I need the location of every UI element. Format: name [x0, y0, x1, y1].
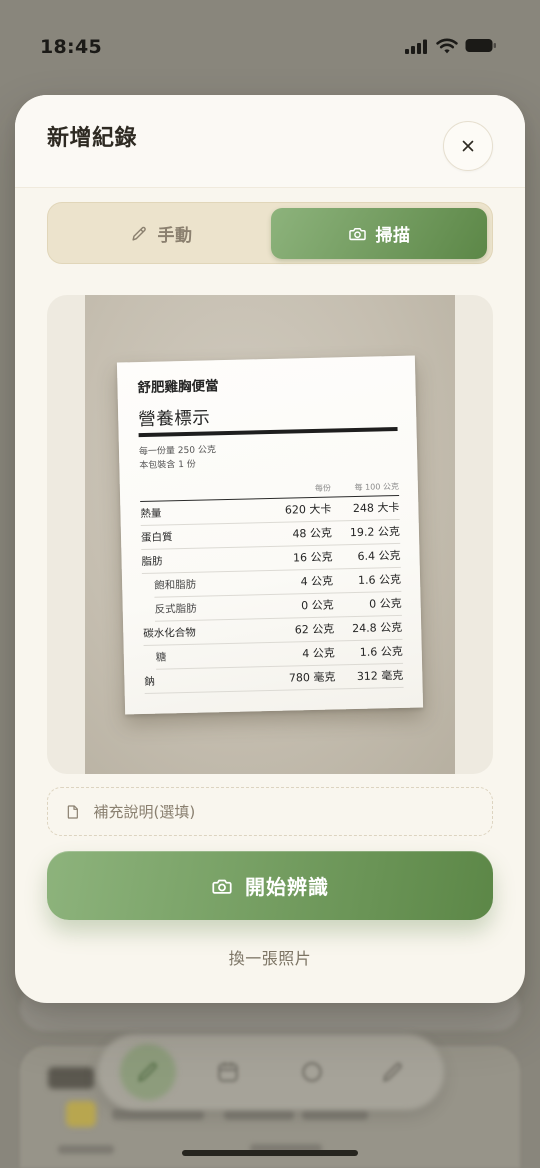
- tab-manual[interactable]: 手動: [53, 208, 269, 259]
- camera-icon: [212, 879, 232, 894]
- per-serving-value: 0 公克: [300, 598, 334, 612]
- column-header-per-serving: 每份: [314, 482, 331, 493]
- per-100g-value: 1.6 公克: [359, 644, 403, 659]
- note-input[interactable]: [93, 802, 492, 821]
- background-blurred-content: [224, 1109, 294, 1120]
- close-button[interactable]: [443, 121, 493, 171]
- add-record-modal: 新增紀錄 手動 掃描 舒肥雞胸便當 營養標示 每一份量 250 公克 本包裝含 …: [15, 95, 525, 1003]
- background-blurred-content: [48, 1067, 94, 1089]
- modal-title: 新增紀錄: [47, 126, 138, 151]
- modal-header: 新增紀錄: [15, 95, 525, 188]
- nutrient-name: 反式脂肪: [154, 601, 197, 615]
- background-blurred-content: [112, 1109, 204, 1120]
- nutrient-name: 碳水化合物: [142, 625, 196, 640]
- per-100g-value: 24.8 公克: [351, 620, 402, 635]
- per-serving-value: 4 公克: [299, 574, 333, 588]
- per-serving-value: 620 大卡: [284, 502, 332, 517]
- tab-scan[interactable]: 掃描: [271, 207, 487, 259]
- file-icon: [67, 804, 78, 819]
- nutrient-name: 蛋白質: [140, 530, 173, 544]
- scanned-photo: 舒肥雞胸便當 營養標示 每一份量 250 公克 本包裝含 1 份 每份 每 10…: [85, 295, 455, 774]
- per-serving-value: 4 公克: [301, 646, 335, 660]
- per-100g-value: 312 毫克: [356, 668, 403, 683]
- nutrient-name: 糖: [155, 650, 166, 663]
- camera-icon: [348, 227, 366, 240]
- home-indicator: [182, 1150, 358, 1156]
- nutrient-name: 飽和脂肪: [153, 577, 196, 591]
- tab-scan-label: 掃描: [375, 225, 411, 246]
- column-header-per-100g: 每 100 公克: [353, 481, 399, 492]
- scan-preview: 舒肥雞胸便當 營養標示 每一份量 250 公克 本包裝含 1 份 每份 每 10…: [47, 295, 493, 774]
- nav-pencil-icon: [138, 1062, 157, 1082]
- nav-calendar-icon: [218, 1062, 238, 1082]
- per-100g-value: 248 大卡: [352, 500, 400, 515]
- per-100g-value: 19.2 公克: [349, 524, 400, 539]
- wifi-icon: [436, 38, 458, 54]
- background-blurred-content: [58, 1145, 114, 1154]
- nutrient-name: 熱量: [139, 506, 162, 520]
- retake-photo-link[interactable]: 換一張照片: [47, 945, 493, 973]
- nutrition-rows: 熱量 620 大卡 248 大卡蛋白質 48 公克 19.2 公克脂肪 16 公克 6.4 …: [139, 494, 404, 693]
- per-serving-value: 62 公克: [294, 622, 334, 636]
- background-blurred-content: [66, 1101, 96, 1127]
- product-name: 舒肥雞胸便當: [136, 377, 219, 396]
- nutrition-label: 舒肥雞胸便當 營養標示 每一份量 250 公克 本包裝含 1 份 每份 每 10…: [116, 355, 423, 714]
- per-100g-value: 1.6 公克: [357, 572, 401, 587]
- nutrition-heading: 營養標示: [137, 407, 210, 430]
- per-serving-value: 780 毫克: [288, 670, 336, 685]
- tab-manual-label: 手動: [157, 225, 193, 246]
- per-100g-value: 0 公克: [368, 596, 402, 611]
- column-header-spacer: [139, 489, 258, 492]
- nutrient-name: 鈉: [143, 674, 155, 687]
- nutrient-name: 脂肪: [140, 554, 163, 568]
- start-recognition-button[interactable]: 開始辨識: [47, 851, 493, 920]
- per-100g-value: 6.4 公克: [356, 548, 401, 563]
- per-serving-value: 16 公克: [292, 550, 333, 564]
- pencil-icon: [131, 226, 146, 241]
- battery-icon: [465, 39, 496, 52]
- nav-edit-icon: [383, 1062, 402, 1082]
- entry-mode-segmented-control: 手動 掃描: [47, 202, 493, 264]
- status-time: 18:45: [40, 36, 102, 58]
- start-recognition-label: 開始辨識: [245, 875, 329, 899]
- per-serving-value: 48 公克: [291, 526, 332, 540]
- close-icon: [462, 140, 474, 152]
- nav-circle-icon: [302, 1062, 322, 1082]
- background-blurred-content: [302, 1109, 368, 1120]
- serving-info: 每一份量 250 公克 本包裝含 1 份: [138, 438, 398, 472]
- cellular-signal-icon: [405, 39, 427, 54]
- note-field[interactable]: [47, 787, 493, 836]
